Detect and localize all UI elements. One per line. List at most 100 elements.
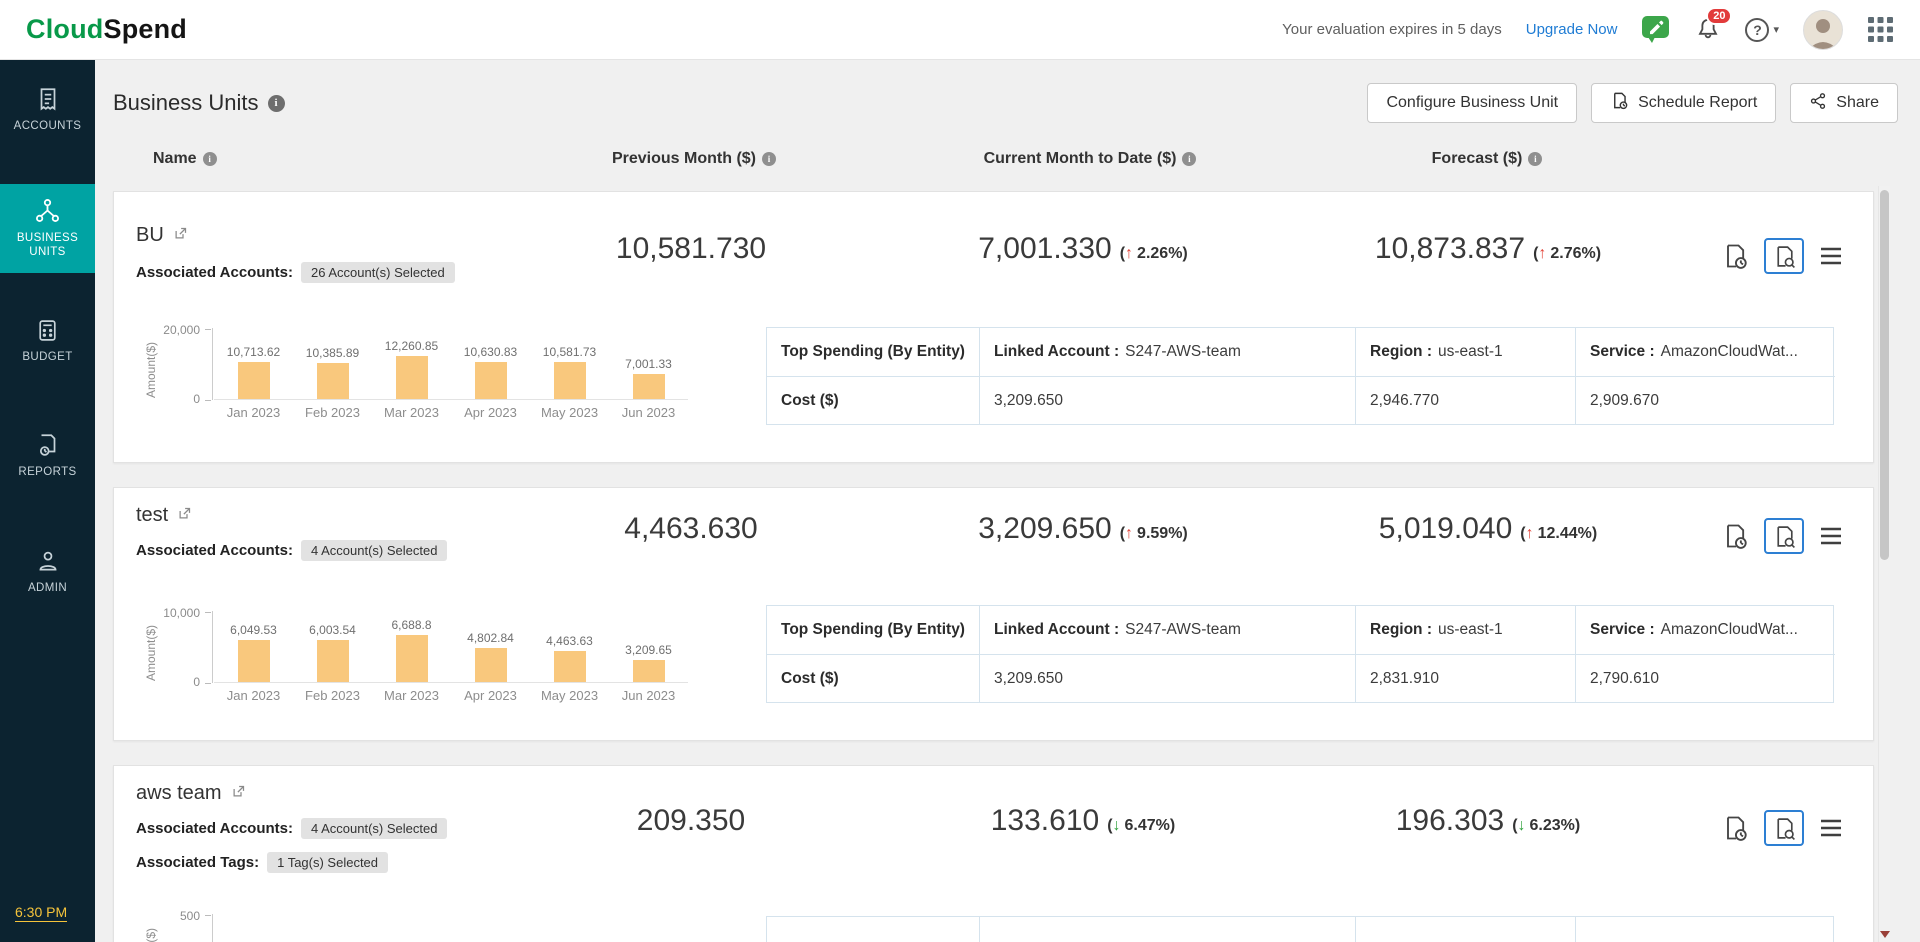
associated-accounts-label: Associated Accounts: [136,542,293,559]
apps-grid-icon[interactable] [1867,16,1894,43]
bar-chart-bars [214,896,688,942]
table-header-cell: Top Spending (By Entity) [767,328,979,376]
current-month-value: 133.610 6.47% [903,804,1263,838]
view-report-icon-selected[interactable] [1764,518,1804,554]
top-spending-table: Top Spending (By Entity) Linked Account … [766,327,1834,425]
accounts-selected-badge: 4 Account(s) Selected [301,540,447,561]
help-icon: ? [1745,18,1769,42]
table-header-cell: Service :AmazonCloudWat... [1575,328,1835,376]
table-header-cell: Linked Account :S247-AWS-team [979,606,1355,654]
cloudspend-app: CloudSpend Your evaluation expires in 5 … [0,0,1920,942]
help-menu[interactable]: ? ▾ [1745,18,1779,42]
forecast-value: 5,019.040 12.44% [1303,512,1673,546]
trend-up-icon [1538,245,1546,262]
info-icon[interactable]: i [203,152,217,166]
forecast-value: 196.303 6.23% [1303,804,1673,838]
evaluation-expiry-text: Your evaluation expires in 5 days [1282,21,1502,38]
business-unit-card-test: test Associated Accounts: 4 Account(s) S… [113,487,1874,741]
table-header-cell: Linked Account :S247-AWS-team [979,328,1355,376]
chevron-down-icon: ▾ [1773,23,1779,36]
top-spending-table: Top Spending (By Entity) Linked Account … [766,605,1834,703]
table-cell: Cost ($) [767,654,979,702]
scrollbar-thumb[interactable] [1880,190,1889,560]
sidebar-item-business-units[interactable]: BUSINESS UNITS [0,184,95,273]
sidebar-item-budget[interactable]: BUDGET [0,318,95,364]
sidebar-item-reports[interactable]: REPORTS [0,432,95,479]
associated-accounts-label: Associated Accounts: [136,820,293,837]
budget-clock-icon[interactable] [1721,242,1749,270]
current-month-value: 3,209.650 9.59% [903,512,1263,546]
trend-down-icon [1113,817,1121,834]
trend-up-icon [1526,525,1534,542]
logo-spend: Spend [103,14,187,44]
trend-up-icon [1125,525,1133,542]
forecast-value: 10,873.837 2.76% [1303,232,1673,266]
app-logo: CloudSpend [26,14,187,45]
tags-selected-badge: 1 Tag(s) Selected [267,852,388,873]
view-report-icon-selected[interactable] [1764,810,1804,846]
monthly-spend-chart: Amount($) 500 0 [130,896,730,942]
configure-business-unit-button[interactable]: Configure Business Unit [1367,83,1577,123]
logo-cloud: Cloud [26,14,103,44]
table-cell: 2,946.770 [1355,376,1575,424]
info-icon[interactable]: i [1528,152,1542,166]
column-name: Namei [153,150,217,168]
column-previous-month: Previous Month ($)i [514,150,874,168]
bar-chart-months: Jan 2023Feb 2023Mar 2023Apr 2023May 2023… [214,688,688,703]
table-header-cell: Service :AmazonCloudWat... [1575,606,1835,654]
bar-chart-months: Jan 2023Feb 2023Mar 2023Apr 2023May 2023… [214,405,688,420]
feedback-icon[interactable] [1641,15,1671,44]
bu-name: BU [136,224,164,247]
business-unit-card-aws-team: aws team Associated Accounts: 4 Account(… [113,765,1874,942]
table-cell: 3,209.650 [979,376,1355,424]
top-spending-table [766,916,1834,942]
external-link-icon[interactable] [231,784,246,804]
bu-name: aws team [136,782,222,805]
external-link-icon[interactable] [173,226,188,246]
view-report-icon-selected[interactable] [1764,238,1804,274]
menu-hamburger-icon[interactable] [1819,246,1843,266]
info-icon[interactable]: i [268,95,285,112]
current-month-value: 7,001.330 2.26% [903,232,1263,266]
bu-name: test [136,504,168,527]
info-icon[interactable]: i [762,152,776,166]
main-content: Business Units i Configure Business Unit… [95,60,1920,942]
external-link-icon[interactable] [177,506,192,526]
share-icon [1809,92,1827,115]
user-avatar[interactable] [1803,10,1843,50]
monthly-spend-chart: Amount($) 10,000 0 6,049.536,003.546,688… [130,593,730,728]
table-header-cell: Region :us-east-1 [1355,606,1575,654]
schedule-report-icon [1610,91,1629,115]
upgrade-now-link[interactable]: Upgrade Now [1526,21,1618,38]
left-sidebar: ACCOUNTS BUSINESS UNITS BUDGET [0,60,95,942]
table-cell: 3,209.650 [979,654,1355,702]
share-button[interactable]: Share [1790,83,1898,123]
table-cell: 2,831.910 [1355,654,1575,702]
business-unit-card-bu: BU Associated Accounts: 26 Account(s) Se… [113,191,1874,463]
sidebar-item-admin[interactable]: ADMIN [0,548,95,595]
scrollbar-down-arrow[interactable] [1879,927,1891,942]
column-current-month: Current Month to Date ($)i [910,150,1270,168]
budget-clock-icon[interactable] [1721,522,1749,550]
table-cell: 2,790.610 [1575,654,1835,702]
previous-month-value: 4,463.630 [511,512,871,546]
previous-month-value: 209.350 [511,804,871,838]
budget-clock-icon[interactable] [1721,814,1749,842]
page-title: Business Units [113,90,259,116]
top-header: CloudSpend Your evaluation expires in 5 … [0,0,1920,60]
menu-hamburger-icon[interactable] [1819,818,1843,838]
clock-time: 6:30 PM [15,904,67,922]
sidebar-item-accounts[interactable]: ACCOUNTS [0,86,95,133]
info-icon[interactable]: i [1182,152,1196,166]
bar-chart-bars: 10,713.6210,385.8912,260.8510,630.8310,5… [214,310,688,400]
table-cell: 2,909.670 [1575,376,1835,424]
table-column-headers: Namei Previous Month ($)i Current Month … [95,150,1920,172]
column-forecast: Forecast ($)i [1302,150,1672,168]
schedule-report-button[interactable]: Schedule Report [1591,83,1776,123]
table-header-cell: Region :us-east-1 [1355,328,1575,376]
notifications-bell-icon[interactable]: 20 [1695,16,1721,43]
table-cell: Cost ($) [767,376,979,424]
menu-hamburger-icon[interactable] [1819,526,1843,546]
associated-accounts-label: Associated Accounts: [136,264,293,281]
monthly-spend-chart: Amount($) 20,000 0 10,713.6210,385.8912,… [130,310,730,445]
